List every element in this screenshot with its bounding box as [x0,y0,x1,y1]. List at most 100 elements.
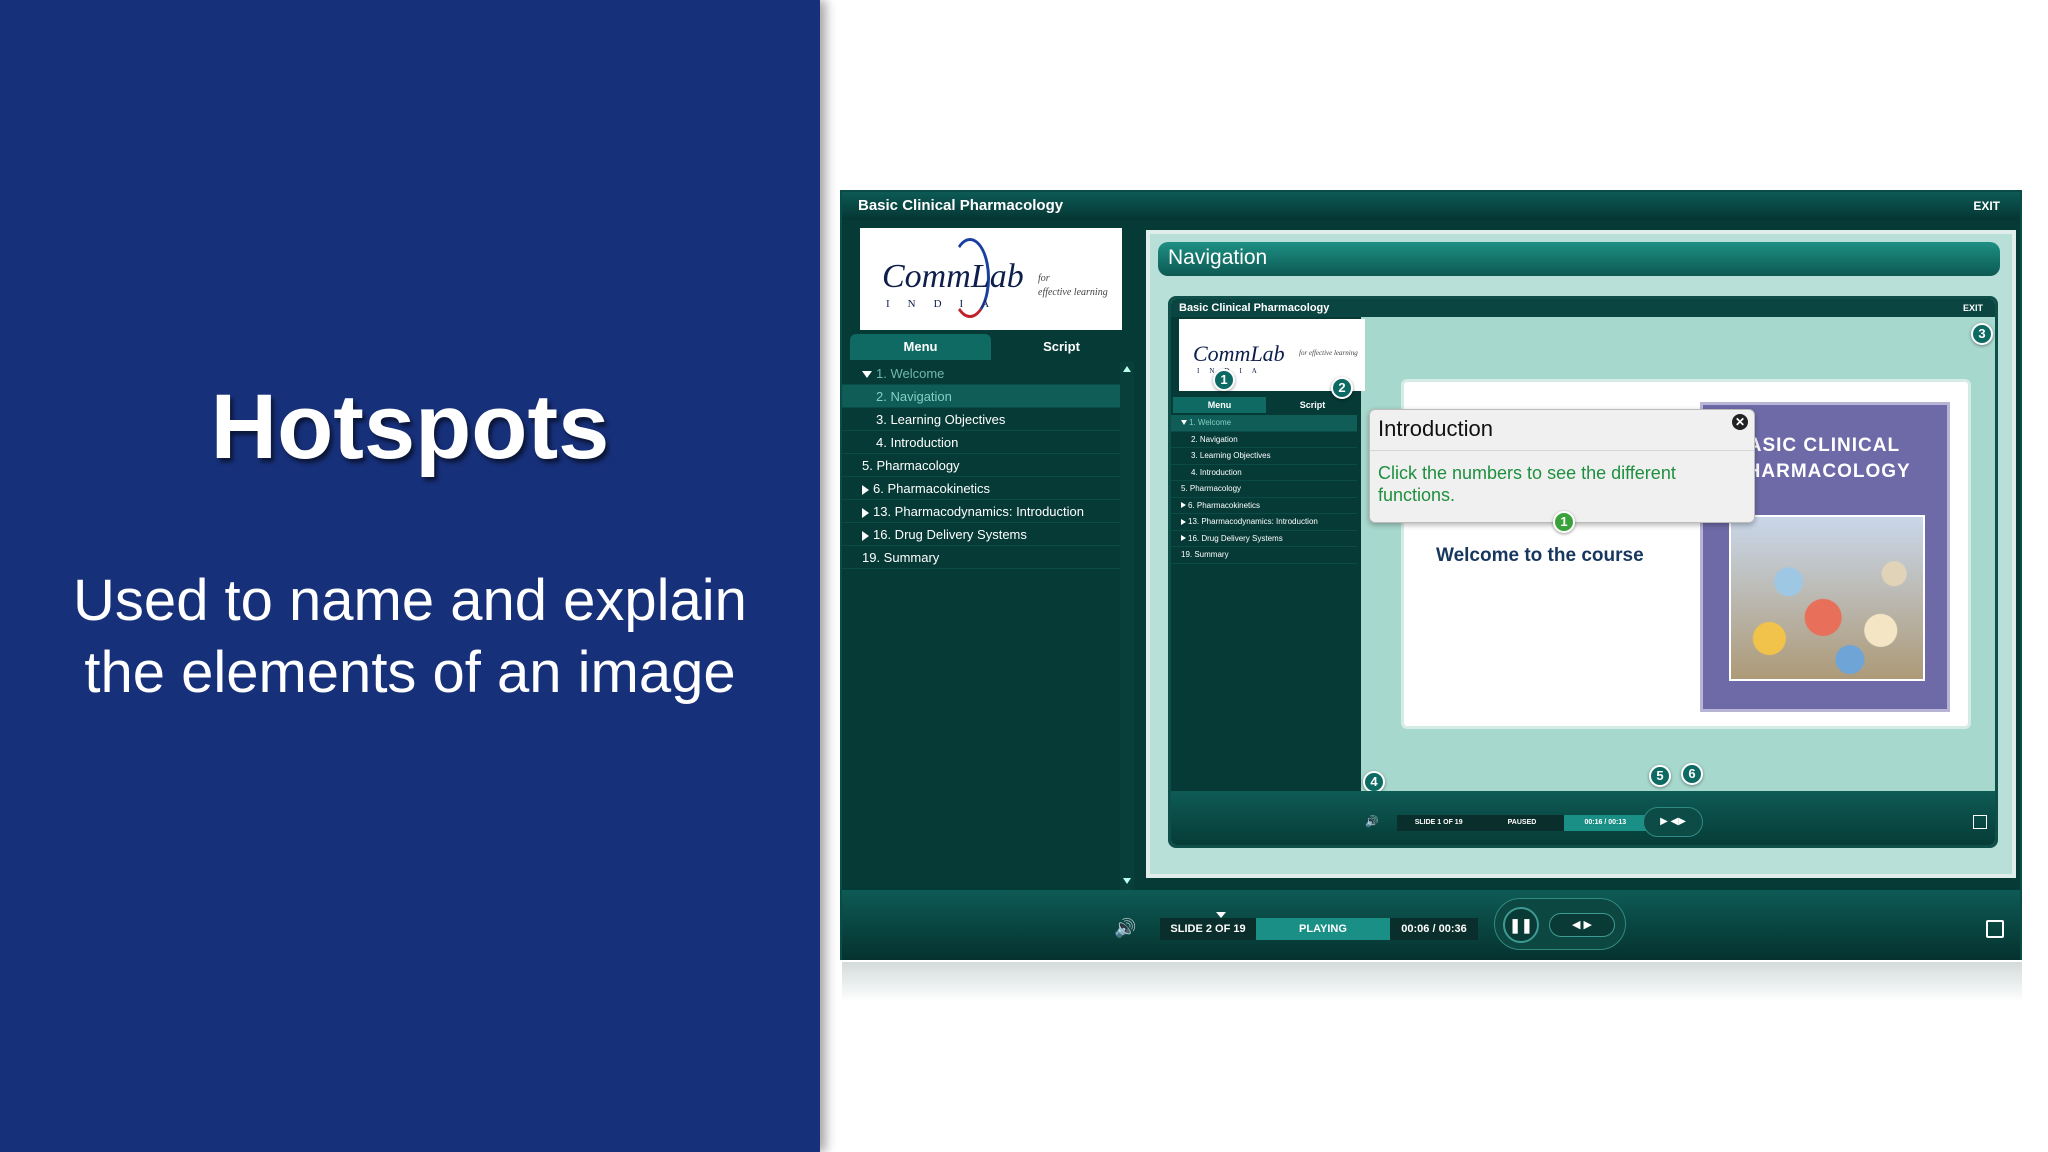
window-reflection [842,962,2022,1002]
inner-sidebar-menu-item-label: 1. Welcome [1189,418,1232,427]
sidebar-menu-item-label: 5. Pharmacology [862,458,960,473]
inner-sidebar-menu-item[interactable]: 3. Learning Objectives [1171,448,1357,465]
content-header: Navigation [1158,242,2000,276]
sidebar-menu-item-label: 4. Introduction [876,435,959,450]
inner-sidebar-menu-item[interactable]: 4. Introduction [1171,465,1357,481]
welcome-heading: Welcome to the course [1436,545,1644,566]
inner-sidebar-menu-item[interactable]: 6. Pharmacokinetics [1171,498,1357,514]
sidebar-menu-item[interactable]: 1. Welcome [842,362,1120,385]
inner-screenshot: Basic Clinical Pharmacology EXIT CommLab… [1168,296,1998,848]
inner-sidebar-menu-item[interactable]: 19. Summary [1171,547,1357,564]
scroll-down-icon[interactable] [1123,878,1131,884]
sidebar-menu-item-label: 19. Summary [862,550,940,565]
logo-wordmark: CommLab [882,258,1024,295]
tooltip-title: Introduction [1378,416,1493,441]
inner-sidebar-tabs: Menu Script [1173,397,1359,413]
inner-exit-button[interactable]: EXIT [1963,299,1983,317]
sidebar-scrollbar[interactable] [1120,362,1134,890]
expand-arrow-icon[interactable] [1181,518,1186,525]
logo-tagline-for: for [1038,273,1050,284]
play-state: PLAYING [1256,918,1390,940]
inner-sidebar-menu-item-label: 3. Learning Objectives [1191,451,1271,460]
inner-play-controls[interactable]: ▶ ◀▶ [1643,807,1703,837]
logo-tagline-text: effective learning [1038,287,1108,298]
scroll-up-icon[interactable] [1123,366,1131,372]
book-title: BASIC CLINICAL PHARMACOLOGY [1733,433,1911,485]
inner-sidebar-menu-item[interactable]: 16. Drug Delivery Systems [1171,531,1357,547]
sidebar-menu-item[interactable]: 13. Pharmacodynamics: Introduction [842,500,1120,523]
inner-logo-tagline-text: effective learning [1308,349,1358,357]
book-title-line1: BASIC CLINICAL [1733,435,1901,456]
hotspot-4-marker[interactable]: 4 [1363,771,1385,793]
course-player-window: Basic Clinical Pharmacology EXIT CommLab… [840,190,2022,960]
app-title: Basic Clinical Pharmacology [842,192,2020,220]
slide-subtitle: Used to name and explain the elements of… [73,568,747,705]
expand-arrow-icon[interactable] [862,507,869,518]
collapse-arrow-icon[interactable] [1181,420,1187,426]
tab-script[interactable]: Script [991,334,1132,360]
hotspot-tooltip: Introduction Click the numbers to see th… [1369,409,1755,523]
sidebar-menu-item-label: 6. Pharmacokinetics [873,481,991,496]
sidebar-menu-item[interactable]: 6. Pharmacokinetics [842,477,1120,500]
sidebar-tabs: Menu Script [850,334,1132,360]
prev-next-buttons[interactable]: ◀ ▶ [1549,913,1615,937]
hotspot-active-marker[interactable]: 1 [1553,511,1575,533]
sidebar-menu-item-label: 16. Drug Delivery Systems [873,527,1027,542]
sidebar-menu-item[interactable]: 2. Navigation [842,385,1120,408]
inner-sidebar-menu-item[interactable]: 2. Navigation [1171,432,1357,448]
book-title-line2: PHARMACOLOGY [1733,461,1911,482]
hotspot-3-marker[interactable]: 3 [1971,323,1993,345]
tooltip-body: Click the numbers to see the different f… [1378,463,1676,505]
hotspot-1-marker[interactable]: 1 [1213,369,1235,391]
player-controls: ❚❚ ◀ ▶ [1494,898,1626,950]
sidebar-menu-item[interactable]: 19. Summary [842,546,1120,569]
inner-fullscreen-icon[interactable] [1973,815,1987,829]
collapse-arrow-icon[interactable] [862,371,872,379]
inner-sidebar-menu-item-label: 13. Pharmacodynamics: Introduction [1188,517,1318,526]
speaker-icon[interactable]: 🔊 [1114,918,1136,939]
inner-sidebar-menu-item-label: 5. Pharmacology [1181,484,1242,493]
status-bar: SLIDE 2 OF 19 PLAYING 00:06 / 00:36 [1160,918,1478,940]
expand-arrow-icon[interactable] [1181,535,1186,542]
inner-app-title: Basic Clinical Pharmacology [1171,299,1995,317]
player-bar: 🔊 SLIDE 2 OF 19 PLAYING 00:06 / 00:36 ❚❚… [842,890,2020,960]
sidebar-menu-item[interactable]: 4. Introduction [842,431,1120,454]
hotspot-6-marker[interactable]: 6 [1681,763,1703,785]
course-menu: 1. Welcome 2. Navigation 3. Learning Objec… [842,362,1120,569]
inner-sidebar-menu-item[interactable]: 5. Pharmacology [1171,481,1357,498]
slide-counter: SLIDE 2 OF 19 [1170,923,1246,935]
sidebar-menu-item[interactable]: 16. Drug Delivery Systems [842,523,1120,546]
tab-menu[interactable]: Menu [850,334,991,360]
pause-button[interactable]: ❚❚ [1503,907,1539,943]
sidebar-menu-item[interactable]: 5. Pharmacology [842,454,1120,477]
hotspot-5-marker[interactable]: 5 [1649,765,1671,787]
content-area: Navigation Basic Clinical Pharmacology E… [1146,230,2016,878]
close-icon[interactable]: ✕ [1732,414,1748,430]
inner-sidebar-menu-item-label: 6. Pharmacokinetics [1188,500,1261,510]
logo-tagline: for effective learning [1038,272,1108,300]
inner-sidebar-menu-item-label: 4. Introduction [1191,467,1242,477]
inner-sidebar-menu-item[interactable]: 1. Welcome [1171,415,1357,432]
inner-sidebar-menu-item-label: 16. Drug Delivery Systems [1188,533,1283,543]
commlab-logo: CommLab INDIA for effective learning [860,228,1122,330]
pills-photo [1729,515,1925,681]
sidebar-menu-item[interactable]: 3. Learning Objectives [842,408,1120,431]
exit-button[interactable]: EXIT [1973,192,2000,220]
expand-arrow-icon[interactable] [862,484,869,495]
tooltip-divider [1370,450,1754,451]
expand-arrow-icon[interactable] [1181,502,1186,509]
inner-sidebar-menu-item[interactable]: 13. Pharmacodynamics: Introduction [1171,514,1357,531]
sidebar-menu-item-label: 2. Navigation [876,389,952,404]
hotspot-2-marker[interactable]: 2 [1331,377,1353,399]
inner-status-bar: SLIDE 1 OF 19 PAUSED 00:16 / 00:13 [1397,815,1647,831]
fullscreen-icon[interactable] [1986,920,2004,938]
slide-title: Hotspots [210,376,610,478]
inner-speaker-icon[interactable]: 🔊 [1365,815,1379,828]
inner-tab-script[interactable]: Script [1266,397,1359,413]
expand-arrow-icon[interactable] [862,530,869,541]
logo-india: INDIA [886,298,1008,310]
inner-sidebar-menu-item-label: 19. Summary [1181,550,1229,559]
inner-tab-menu[interactable]: Menu [1173,397,1266,413]
inner-logo-tagline-for: for [1299,349,1308,357]
title-panel: Hotspots Used to name and explain the el… [0,0,820,1152]
